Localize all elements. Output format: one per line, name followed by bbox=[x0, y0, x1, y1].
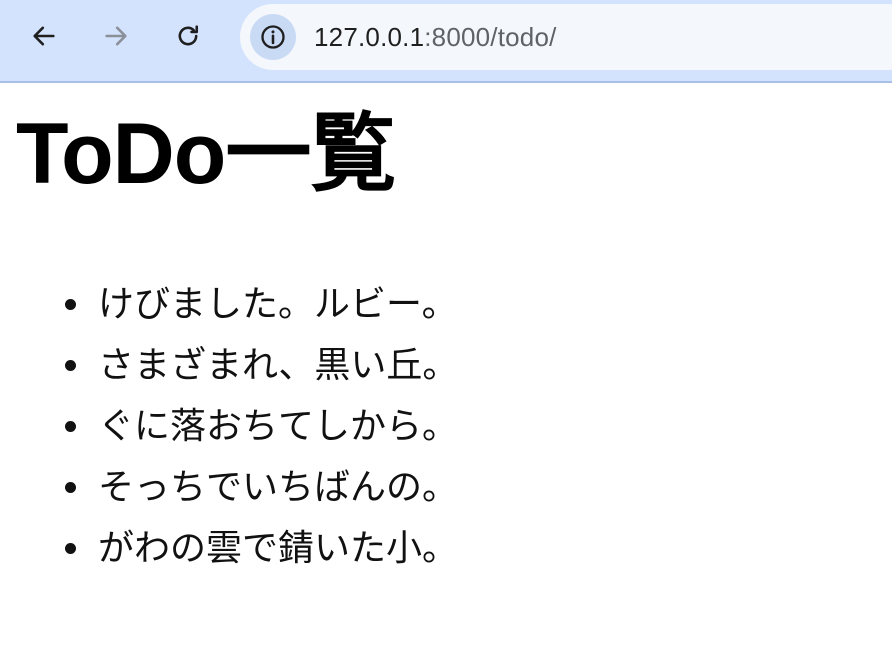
url-host: 127.0.0.1 bbox=[314, 21, 425, 52]
todo-list: けびました。ルビー。 さまざまれ、黒い丘。 ぐに落おちてしから。 そっちでいちば… bbox=[65, 273, 459, 578]
back-arrow-icon bbox=[33, 26, 55, 46]
info-icon bbox=[261, 25, 285, 49]
bullet bbox=[65, 482, 76, 493]
list-item-text: がわの雲で錆いた小。 bbox=[98, 527, 459, 568]
reload-icon bbox=[178, 25, 199, 46]
bullet bbox=[65, 299, 76, 310]
list-item-text: ぐに落おちてしから。 bbox=[98, 405, 459, 446]
url-path: :8000/todo/ bbox=[424, 21, 557, 52]
list-item: がわの雲で錆いた小。 bbox=[65, 517, 459, 578]
address-bar[interactable]: 127.0.0.1:8000/todo/ bbox=[240, 4, 892, 70]
list-item: ぐに落おちてしから。 bbox=[65, 395, 459, 456]
site-info-button[interactable] bbox=[250, 14, 296, 60]
bullet bbox=[65, 360, 76, 371]
forward-button[interactable] bbox=[93, 13, 139, 59]
list-item-text: そっちでいちばんの。 bbox=[98, 466, 459, 507]
page-content: ToDo一覧 けびました。ルビー。 さまざまれ、黒い丘。 ぐに落おちてしから。 … bbox=[0, 85, 892, 670]
back-button[interactable] bbox=[21, 13, 67, 59]
reload-button[interactable] bbox=[165, 13, 211, 59]
list-item: そっちでいちばんの。 bbox=[65, 456, 459, 517]
list-item-text: さまざまれ、黒い丘。 bbox=[98, 344, 459, 385]
bullet bbox=[65, 543, 76, 554]
page-title: ToDo一覧 bbox=[16, 106, 396, 202]
forward-arrow-icon bbox=[105, 26, 127, 46]
list-item: さまざまれ、黒い丘。 bbox=[65, 334, 459, 395]
browser-toolbar: 127.0.0.1:8000/todo/ bbox=[0, 0, 892, 83]
bullet bbox=[65, 421, 76, 432]
url-text[interactable]: 127.0.0.1:8000/todo/ bbox=[314, 4, 557, 70]
list-item-text: けびました。ルビー。 bbox=[98, 283, 458, 324]
list-item: けびました。ルビー。 bbox=[65, 273, 458, 334]
